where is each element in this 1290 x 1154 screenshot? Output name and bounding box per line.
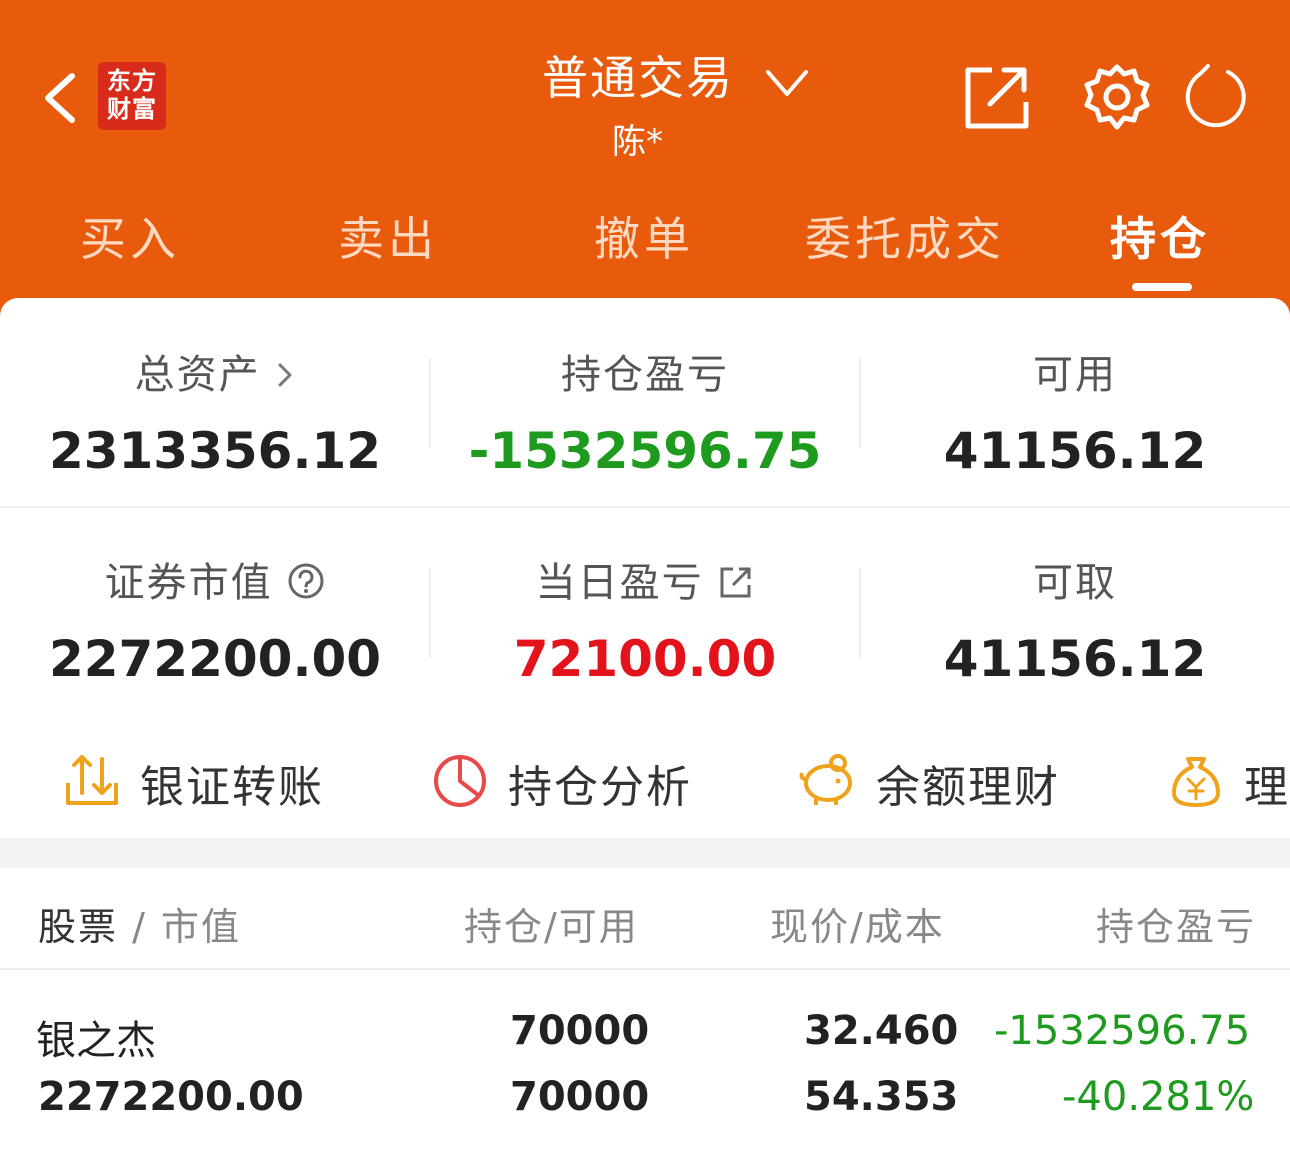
cost-price: 54.353 <box>804 1074 959 1120</box>
stock-name: 银之杰 <box>36 1018 156 1064</box>
pie-chart-icon <box>434 755 486 807</box>
balance-wealth-label: 余额理财 <box>876 762 1060 813</box>
available-value: 41156.12 <box>943 422 1207 480</box>
stock-market-value: 2272200.00 <box>38 1074 304 1120</box>
eastmoney-logo: 东方 财富 <box>98 62 166 130</box>
market-value-value: 2272200.00 <box>48 630 382 688</box>
col-header-position[interactable]: 持仓/可用 <box>464 896 639 951</box>
external-link-icon <box>720 567 751 598</box>
account-switcher[interactable]: 普通交易 陈* <box>500 42 840 162</box>
refresh-icon[interactable] <box>1178 62 1248 132</box>
col-header-price[interactable]: 现价/成本 <box>770 896 945 951</box>
chevron-down-icon <box>766 70 808 96</box>
tab-cancel[interactable]: 撤单 <box>574 203 714 303</box>
daily-pl-label: 当日盈亏 <box>535 560 704 606</box>
share-icon[interactable] <box>962 62 1032 132</box>
tab-sell[interactable]: 卖出 <box>318 203 458 303</box>
position-pl: 持仓盈亏 -1532596.75 <box>430 342 860 480</box>
row-pl-percent: -40.281% <box>1062 1074 1255 1120</box>
position-pl-label: 持仓盈亏 <box>561 352 729 398</box>
withdrawable-label: 可取 <box>1033 560 1117 606</box>
holdings-table: 股票 / 市值 持仓/可用 现价/成本 持仓盈亏 银之杰 2272200.00 … <box>0 868 1290 1154</box>
available-qty: 70000 <box>510 1074 650 1120</box>
total-assets[interactable]: 总资产 2313356.12 <box>0 342 430 480</box>
available-label: 可用 <box>1033 352 1117 398</box>
position-pl-value: -1532596.75 <box>468 422 822 480</box>
piggy-bank-icon <box>799 754 852 805</box>
position-qty: 70000 <box>510 1008 650 1054</box>
page-title: 普通交易 <box>542 51 734 105</box>
tab-orders-trades[interactable]: 委托成交 <box>790 203 1020 303</box>
current-price: 32.460 <box>804 1008 959 1054</box>
withdrawable-funds: 可取 41156.12 <box>860 550 1290 688</box>
help-circle-icon[interactable] <box>287 562 325 600</box>
bank-transfer-label: 银证转账 <box>140 762 324 813</box>
header-bar: 东方 财富 普通交易 陈* 买入 卖出 撤单 委托成交 持仓 <box>0 0 1290 330</box>
header-divider <box>0 968 1290 970</box>
row-pl-value: -1532596.75 <box>994 1008 1251 1054</box>
tab-buy[interactable]: 买入 <box>60 203 200 303</box>
securities-market-value: 证券市值 2272200.00 <box>0 550 430 688</box>
daily-pl-value: 72100.00 <box>513 630 777 688</box>
trade-tabs: 买入 卖出 撤单 委托成交 持仓 <box>0 195 1290 295</box>
position-analysis-label: 持仓分析 <box>508 762 692 813</box>
active-tab-indicator <box>1132 283 1192 291</box>
chevron-right-icon <box>278 363 292 387</box>
col-header-pl[interactable]: 持仓盈亏 <box>1096 896 1256 951</box>
market-value-label: 证券市值 <box>104 560 273 606</box>
withdrawable-value: 41156.12 <box>943 630 1207 688</box>
daily-pl[interactable]: 当日盈亏 72100.00 <box>430 550 860 688</box>
wealth-management-label: 理财 <box>1244 762 1290 813</box>
available-funds: 可用 41156.12 <box>860 342 1290 480</box>
money-bag-icon <box>1172 757 1220 807</box>
transfer-arrows-icon <box>66 755 118 805</box>
row-divider <box>0 506 1290 508</box>
back-arrow-icon[interactable] <box>38 70 82 126</box>
account-name: 陈* <box>612 122 663 162</box>
total-assets-label: 总资产 <box>134 352 261 398</box>
col-header-stock[interactable]: 股票 / 市值 <box>38 896 241 951</box>
settings-gear-icon[interactable] <box>1082 62 1152 132</box>
total-assets-value: 2313356.12 <box>48 422 382 480</box>
